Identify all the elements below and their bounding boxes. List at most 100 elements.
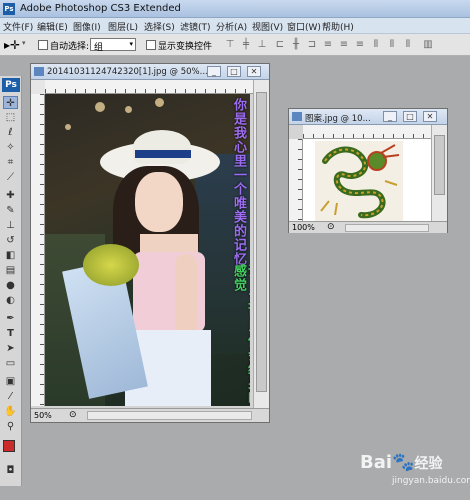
distribute-hcenter-icon[interactable]: ⦀	[386, 40, 398, 50]
bokeh-light	[125, 106, 132, 113]
chevron-down-icon: ▾	[129, 40, 133, 48]
auto-align-icon[interactable]: ▥	[422, 40, 434, 50]
distribute-vcenter-icon[interactable]: ≡	[338, 40, 350, 50]
align-top-icon[interactable]: ⊤	[224, 40, 236, 50]
hat-band	[135, 150, 191, 158]
overlay-text-col1: 你是我心里一个唯美的记忆	[231, 98, 246, 266]
type-tool-icon[interactable]: T	[3, 327, 18, 340]
menu-bar: 文件(F) 编辑(E) 图像(I) 图层(L) 选择(S) 滤镜(T) 分析(A…	[0, 18, 470, 34]
bokeh-light	[155, 98, 164, 107]
dodge-tool-icon[interactable]: ◐	[3, 294, 18, 307]
foreground-color-swatch[interactable]	[3, 440, 15, 452]
vertical-ruler[interactable]	[289, 139, 303, 221]
horizontal-ruler[interactable]	[303, 125, 431, 139]
zoom-level[interactable]: 100%	[292, 223, 315, 232]
auto-select-label: 自动选择:	[50, 42, 90, 52]
close-button[interactable]: ✕	[423, 111, 437, 122]
shape-tool-icon[interactable]: ▭	[3, 357, 18, 370]
ruler-origin[interactable]	[31, 80, 45, 94]
move-tool-icon[interactable]: ✛	[3, 96, 18, 109]
pen-tool-icon[interactable]: ✒	[3, 312, 18, 325]
move-tool-preset-icon[interactable]: ▸✛	[4, 38, 20, 52]
dragon-illustration	[320, 144, 400, 219]
bokeh-light	[95, 102, 105, 112]
menu-edit[interactable]: 编辑(E)	[37, 20, 68, 33]
chevron-down-icon[interactable]: ▾	[22, 39, 26, 47]
scrollbar-thumb[interactable]	[256, 92, 267, 392]
status-bar: 100% ⊙	[289, 221, 447, 233]
face	[135, 172, 183, 232]
distribute-top-icon[interactable]: ≡	[322, 40, 334, 50]
document-icon	[34, 67, 44, 76]
show-transform-checkbox[interactable]	[146, 40, 156, 53]
watermark-brand: Bai	[360, 452, 393, 473]
healing-brush-icon[interactable]: ✚	[3, 189, 18, 202]
distribute-bottom-icon[interactable]: ≡	[354, 40, 366, 50]
hand-tool-icon[interactable]: ✋	[3, 405, 18, 418]
align-vcenter-icon[interactable]: ╪	[240, 40, 252, 50]
path-select-icon[interactable]: ➤	[3, 342, 18, 355]
gradient-tool-icon[interactable]: ▤	[3, 264, 18, 277]
slice-tool-icon[interactable]: ⟋	[3, 171, 18, 184]
horizontal-ruler[interactable]	[45, 80, 254, 94]
toolbox: Ps ✛ ⬚ ℓ ✧ ⌗ ⟋ ✚ ✎ ⊥ ↺ ◧ ▤ ● ◐ ✒ T ➤ ▭ ▣…	[0, 76, 22, 486]
status-menu-icon[interactable]: ⊙	[69, 410, 77, 420]
clone-stamp-icon[interactable]: ⊥	[3, 219, 18, 232]
watermark-brand-suffix: 经验	[414, 456, 443, 472]
document-title: 20141031124742320[1].jpg @ 50%...	[47, 67, 208, 77]
document-title: 图案.jpg @ 10...	[305, 114, 371, 124]
menu-layer[interactable]: 图层(L)	[108, 20, 138, 33]
zoom-tool-icon[interactable]: ⚲	[3, 420, 18, 433]
vertical-scrollbar[interactable]	[253, 80, 269, 408]
minimize-button[interactable]: _	[383, 111, 397, 122]
photo-canvas[interactable]: 你是我心里一个唯美的记忆 说，又可以体会纹身的感觉	[45, 94, 250, 406]
app-title: Adobe Photoshop CS3 Extended	[20, 3, 181, 14]
options-bar: ▸✛ ▾ 自动选择: 组 ▾ 显示变换控件 ⊤ ╪ ⊥ ⊏ ╫ ⊐ ≡ ≡ ≡ …	[0, 34, 470, 56]
vertical-scrollbar[interactable]	[431, 125, 447, 221]
document-title-bar[interactable]: 图案.jpg @ 10... _ □ ✕	[289, 109, 447, 125]
menu-window[interactable]: 窗口(W)	[287, 20, 321, 33]
blur-tool-icon[interactable]: ●	[3, 279, 18, 292]
align-left-icon[interactable]: ⊏	[274, 40, 286, 50]
auto-select-dropdown[interactable]: 组 ▾	[90, 38, 136, 53]
paw-icon: 🐾	[392, 452, 415, 473]
menu-select[interactable]: 选择(S)	[144, 20, 175, 33]
magic-wand-icon[interactable]: ✧	[3, 141, 18, 154]
vertical-ruler[interactable]	[31, 94, 45, 406]
quick-mask-icon[interactable]: ◘	[3, 464, 18, 477]
marquee-tool-icon[interactable]: ⬚	[3, 111, 18, 124]
maximize-button[interactable]: □	[403, 111, 417, 122]
dragon-image[interactable]	[315, 141, 403, 221]
menu-file[interactable]: 文件(F)	[3, 20, 33, 33]
status-menu-icon[interactable]: ⊙	[327, 222, 335, 232]
auto-select-value: 组	[94, 43, 104, 53]
menu-filter[interactable]: 滤镜(T)	[180, 20, 211, 33]
zoom-level[interactable]: 50%	[34, 411, 52, 420]
minimize-button[interactable]: _	[207, 66, 221, 77]
maximize-button[interactable]: □	[227, 66, 241, 77]
align-bottom-icon[interactable]: ⊥	[256, 40, 268, 50]
menu-analysis[interactable]: 分析(A)	[216, 20, 247, 33]
menu-help[interactable]: 帮助(H)	[322, 20, 354, 33]
menu-view[interactable]: 视图(V)	[252, 20, 283, 33]
eyedropper-icon[interactable]: ⁄	[3, 390, 18, 403]
notes-tool-icon[interactable]: ▣	[3, 375, 18, 388]
align-hcenter-icon[interactable]: ╫	[290, 40, 302, 50]
auto-select-checkbox[interactable]	[38, 40, 48, 53]
align-right-icon[interactable]: ⊐	[306, 40, 318, 50]
eraser-tool-icon[interactable]: ◧	[3, 249, 18, 262]
menu-image[interactable]: 图像(I)	[73, 20, 101, 33]
horizontal-scrollbar[interactable]	[345, 224, 429, 232]
app-title-bar: Ps Adobe Photoshop CS3 Extended	[0, 0, 470, 18]
status-bar: 50% ⊙	[31, 408, 269, 422]
horizontal-scrollbar[interactable]	[87, 411, 252, 420]
scrollbar-thumb[interactable]	[434, 135, 445, 195]
document-title-bar[interactable]: 20141031124742320[1].jpg @ 50%... _ □ ✕	[31, 64, 269, 80]
lasso-tool-icon[interactable]: ℓ	[3, 126, 18, 139]
distribute-right-icon[interactable]: ⦀	[402, 40, 414, 50]
crop-tool-icon[interactable]: ⌗	[3, 156, 18, 169]
history-brush-icon[interactable]: ↺	[3, 234, 18, 247]
brush-tool-icon[interactable]: ✎	[3, 204, 18, 217]
distribute-left-icon[interactable]: ⦀	[370, 40, 382, 50]
close-button[interactable]: ✕	[247, 66, 261, 77]
